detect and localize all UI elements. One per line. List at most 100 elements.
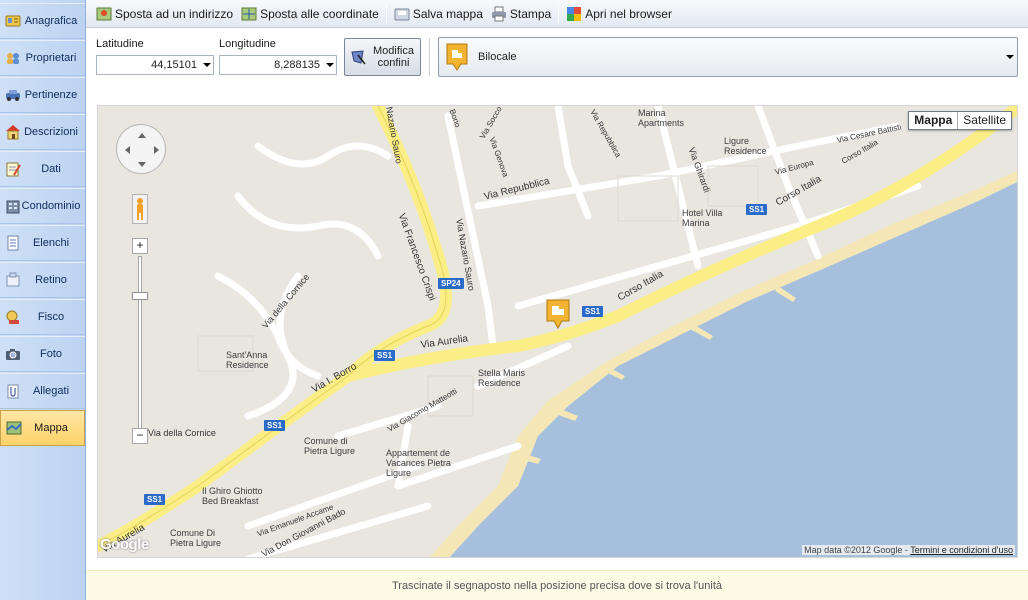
latitude-value: 44,15101	[151, 59, 197, 71]
sidebar-item-label: Fisco	[37, 311, 65, 323]
hint-bar: Trascinate il segnaposto nella posizione…	[86, 570, 1028, 600]
terms-link[interactable]: Termini e condizioni d'uso	[910, 545, 1013, 555]
coordinates-panel: Latitudine 44,15101 Longitudine 8,288135…	[86, 28, 1028, 90]
zoom-slider[interactable]	[138, 256, 142, 432]
google-maps-icon	[566, 6, 582, 22]
property-marker[interactable]	[546, 299, 570, 330]
map-toolbar: Sposta ad un indirizzo Sposta alle coord…	[86, 0, 1028, 28]
sidebar: Anagrafica Proprietari Pertinenze Descri…	[0, 0, 86, 600]
open-in-browser-label: Apri nel browser	[585, 6, 672, 21]
move-to-coordinates-label: Sposta alle coordinate	[260, 6, 379, 21]
map-crosshair-icon	[241, 6, 257, 22]
longitude-field[interactable]: 8,288135	[219, 55, 337, 75]
latitude-field[interactable]: 44,15101	[96, 55, 214, 75]
longitude-value: 8,288135	[274, 59, 320, 71]
sidebar-item-fisco[interactable]: Fisco	[0, 299, 85, 335]
map-attribution: Map data ©2012 Google - Termini e condiz…	[802, 545, 1015, 555]
edit-boundaries-line1: Modifica	[373, 45, 414, 57]
apartment-marker-icon	[546, 299, 570, 330]
sidebar-item-descrizioni[interactable]: Descrizioni	[0, 114, 85, 150]
sticky-note-icon	[5, 272, 21, 288]
sidebar-item-elenchi[interactable]: Elenchi	[0, 225, 85, 261]
map-poi-label: Appartement de Vacances Pietra Ligure	[386, 448, 451, 478]
building-icon	[5, 198, 21, 214]
sidebar-item-label: Descrizioni	[24, 126, 78, 138]
google-map[interactable]: Via Francesco Crispi Via Nazario Sauro N…	[97, 105, 1018, 558]
chevron-down-icon	[1003, 55, 1017, 59]
move-to-coordinates-button[interactable]: Sposta alle coordinate	[237, 3, 383, 25]
edit-boundaries-line2: confini	[377, 57, 410, 69]
print-button[interactable]: Stampa	[487, 3, 555, 25]
sidebar-item-label: Dati	[41, 163, 61, 175]
sidebar-item-label: Allegati	[32, 385, 70, 397]
sidebar-item-proprietari[interactable]: Proprietari	[0, 40, 85, 76]
edit-boundaries-button[interactable]: Modifica confini	[344, 38, 421, 76]
apartment-marker-icon	[444, 41, 470, 73]
sidebar-item-mappa[interactable]: Mappa	[0, 410, 85, 446]
open-in-browser-button[interactable]: Apri nel browser	[562, 3, 676, 25]
toolbar-separator	[385, 4, 387, 23]
road-shield: SS1	[144, 494, 166, 505]
unit-type-value: Bilocale	[478, 51, 517, 63]
sidebar-item-foto[interactable]: Foto	[0, 336, 85, 372]
road-shield: SP24	[438, 278, 464, 289]
sidebar-item-label: Foto	[39, 348, 62, 360]
map-poi-label: Hotel Villa Marina	[682, 208, 723, 228]
map-type-mappa[interactable]: Mappa	[909, 112, 957, 129]
sidebar-item-label: Condominio	[21, 200, 81, 212]
id-card-icon	[5, 13, 21, 29]
polygon-edit-icon	[349, 48, 367, 66]
zoom-out-button[interactable]: −	[132, 428, 148, 444]
sidebar-item-pertinenze[interactable]: Pertinenze	[0, 77, 85, 113]
pan-control[interactable]	[116, 124, 166, 174]
zoom-slider-handle[interactable]	[132, 292, 148, 300]
unit-type-select[interactable]: Bilocale	[438, 37, 1018, 77]
map-poi-label: Comune di Pietra Ligure	[304, 436, 356, 456]
road-shield: SS1	[582, 306, 604, 317]
map-container: Via Francesco Crispi Via Nazario Sauro N…	[86, 90, 1028, 570]
map-type-switch: Mappa Satellite	[908, 111, 1012, 130]
edit-boundaries-label: Modifica confini	[367, 45, 420, 69]
save-map-label: Salva mappa	[412, 6, 483, 21]
sidebar-item-allegati[interactable]: Allegati	[0, 373, 85, 409]
map-poi-label: Comune Di Pietra Ligure	[170, 528, 222, 548]
sidebar-item-label: Retino	[35, 274, 67, 286]
latitude-label: Latitudine	[96, 38, 144, 50]
chevron-down-icon	[201, 56, 213, 74]
camera-icon	[5, 346, 21, 362]
tax-icon	[5, 309, 21, 325]
pegman-icon	[137, 198, 143, 220]
attachment-icon	[5, 383, 21, 399]
road-shield: SS1	[264, 420, 286, 431]
road-shield: SS1	[746, 204, 768, 215]
hint-text: Trascinate il segnaposto nella posizione…	[391, 579, 723, 592]
sidebar-item-label: Mappa	[34, 422, 68, 434]
list-icon	[5, 235, 21, 251]
map-poi-label: Marina Apartments	[638, 108, 685, 128]
divider	[429, 38, 430, 76]
move-to-address-button[interactable]: Sposta ad un indirizzo	[92, 3, 237, 25]
road-shield: SS1	[374, 350, 396, 361]
notepad-icon	[5, 161, 21, 177]
pan-arrows-icon	[125, 133, 159, 167]
map-pin-icon	[96, 6, 112, 22]
map-type-satellite[interactable]: Satellite	[957, 112, 1011, 129]
map-label: Via della Cornice	[148, 428, 216, 438]
map-icon	[6, 420, 22, 436]
save-map-button[interactable]: Salva mappa	[390, 3, 487, 25]
toolbar-separator	[558, 4, 560, 23]
sidebar-item-condominio[interactable]: Condominio	[0, 188, 85, 224]
sidebar-item-dati[interactable]: Dati	[0, 151, 85, 187]
sidebar-item-retino[interactable]: Retino	[0, 262, 85, 298]
house-icon	[5, 124, 21, 140]
attribution-text: Map data ©2012 Google -	[804, 545, 911, 555]
zoom-in-button[interactable]: +	[132, 238, 148, 254]
save-map-icon	[394, 6, 410, 22]
street-view-pegman[interactable]	[132, 194, 148, 224]
map-poi-label: Stella Maris Residence	[478, 368, 526, 388]
sidebar-item-label: Pertinenze	[24, 89, 78, 101]
sidebar-item-label: Proprietari	[25, 52, 77, 64]
google-logo: Google	[100, 536, 149, 553]
map-poi-label: Sant'Anna Residence	[226, 350, 269, 370]
sidebar-item-anagrafica[interactable]: Anagrafica	[0, 3, 85, 39]
